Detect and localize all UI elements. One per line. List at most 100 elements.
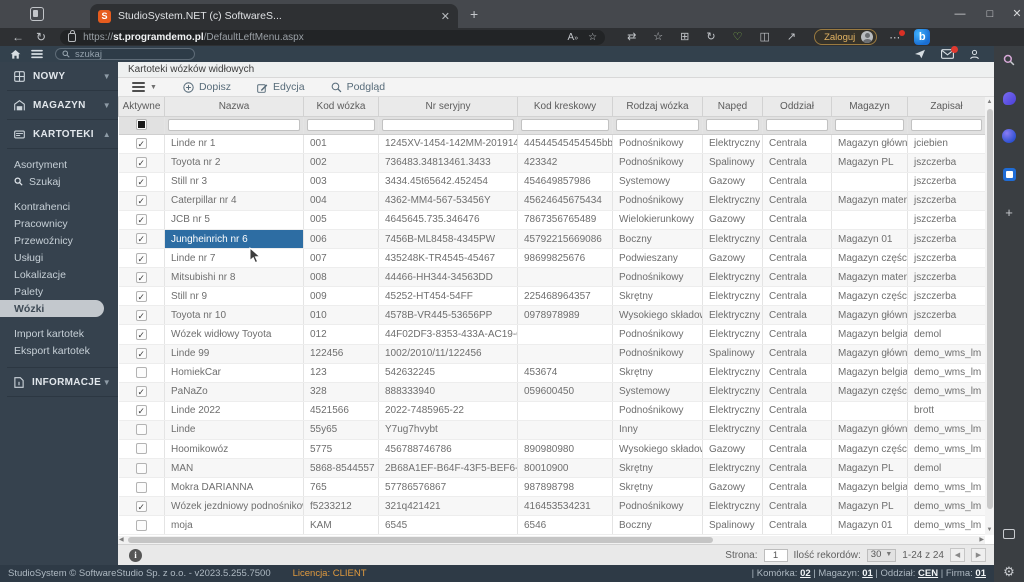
cell-saved_by[interactable]: jszczerba <box>907 248 986 269</box>
cell-barcode[interactable]: 45624645675434 <box>517 191 613 211</box>
collections-icon[interactable]: ⊞ <box>680 28 689 46</box>
cell-type[interactable]: Skrętny <box>612 458 703 479</box>
cell-branch[interactable]: Centrala <box>762 134 832 154</box>
cell-name[interactable]: Mokra DARIANNA <box>164 477 304 498</box>
row-checkbox[interactable]: ✓ <box>135 348 147 359</box>
history-icon[interactable]: ↻ <box>706 28 715 46</box>
sidebar-section-nowy[interactable]: NOWY ▼ <box>7 62 118 91</box>
row-checkbox[interactable]: ✓ <box>135 328 147 340</box>
cell-name[interactable]: Still nr 9 <box>164 286 304 307</box>
table-row[interactable]: HomiekCar 123 542632245 453674 Skrętny Elektr… <box>118 363 986 383</box>
cell-name[interactable]: Toyota nr 2 <box>164 153 304 173</box>
cell-branch[interactable]: Centrala <box>762 172 832 192</box>
cell-code[interactable]: 003 <box>303 172 379 192</box>
row-checkbox[interactable]: ✓ <box>135 309 147 321</box>
table-row[interactable]: Linde 55y65 Y7ug7hvybt Inny Elektryczny Centr… <box>118 420 986 441</box>
info-icon[interactable]: i <box>129 548 142 562</box>
table-row[interactable]: ✓ Jungheinrich nr 6 006 7456B-ML8458-4345PW… <box>118 229 986 250</box>
url-bar[interactable]: https://st.programdemo.pl/DefaultLeftMen… <box>60 29 606 45</box>
cell-branch[interactable]: Centrala <box>762 382 832 402</box>
share-icon[interactable]: ↗ <box>787 28 796 46</box>
cell-code[interactable]: 010 <box>303 305 379 326</box>
favorites-icon[interactable]: ☆ <box>653 28 663 46</box>
table-row[interactable]: ✓ Still nr 3 003 3434.45t65642.452454 454649… <box>118 172 986 192</box>
row-checkbox[interactable] <box>135 519 147 531</box>
column-header-kod-kreskowy[interactable]: Kod kreskowy <box>517 97 613 117</box>
cell-saved_by[interactable]: demo_wms_lm <box>907 496 986 517</box>
cell-drive[interactable]: Elektryczny <box>702 420 763 441</box>
minimize-icon[interactable]: — <box>943 0 977 28</box>
cell-name[interactable]: MAN <box>164 458 304 479</box>
cell-code[interactable]: 5868-8544557 <box>303 458 379 479</box>
cell-type[interactable]: Systemowy <box>612 172 703 192</box>
row-checkbox[interactable]: ✓ <box>135 157 147 169</box>
cell-saved_by[interactable]: jszczerba <box>907 305 986 326</box>
sidebar-item-import-kartotek[interactable]: Import kartotek <box>7 325 118 342</box>
cell-name[interactable]: Linde 2022 <box>164 401 304 421</box>
vertical-scrollbar[interactable]: ▲ ▼ <box>985 97 994 535</box>
cell-type[interactable]: Podnośnikowy <box>612 191 703 211</box>
cell-drive[interactable]: Elektryczny <box>702 134 763 154</box>
cell-drive[interactable]: Elektryczny <box>702 267 763 288</box>
filter-input-oddzial[interactable] <box>766 119 828 131</box>
cell-branch[interactable]: Centrala <box>762 153 832 173</box>
cell-barcode[interactable]: 44544545454545bb <box>517 134 613 154</box>
cell-barcode[interactable]: 6546 <box>517 515 613 536</box>
sidebar-item-szukaj[interactable]: Szukaj <box>7 173 118 190</box>
tab-workspaces-icon[interactable] <box>30 7 44 21</box>
filter-input-zapisal[interactable] <box>911 119 982 131</box>
add-button[interactable]: Dopisz <box>183 81 231 93</box>
menu-list-icon[interactable] <box>31 49 43 59</box>
cell-name[interactable]: Linde nr 7 <box>164 248 304 269</box>
table-row[interactable]: ✓ JCB nr 5 005 4645645.735.346476 7867356765… <box>118 210 986 230</box>
vertical-scroll-thumb[interactable] <box>986 109 993 509</box>
cell-serial[interactable]: 44466-HH344-34563DD <box>378 267 518 288</box>
office-icon[interactable] <box>1001 166 1017 182</box>
cell-barcode[interactable]: 45792215669086 <box>517 229 613 250</box>
cell-code[interactable]: 012 <box>303 324 379 345</box>
row-checkbox[interactable] <box>135 462 147 474</box>
cell-serial[interactable]: 456788746786 <box>378 439 518 460</box>
cell-name[interactable]: Wózek jezdniowy podnośnikowy (UT... <box>164 496 304 517</box>
cell-serial[interactable]: 2022-7485965-22 <box>378 401 518 421</box>
cell-serial[interactable]: 3434.45t65642.452454 <box>378 172 518 192</box>
filter-input-nr-seryjny[interactable] <box>382 119 514 131</box>
filter-input-kod-kreskowy[interactable] <box>521 119 609 131</box>
row-checkbox[interactable]: ✓ <box>135 214 147 226</box>
cell-drive[interactable]: Gazowy <box>702 172 763 192</box>
cell-name[interactable]: moja <box>164 515 304 536</box>
cell-warehouse[interactable]: Magazyn PL <box>831 458 908 479</box>
cell-type[interactable]: Inny <box>612 420 703 441</box>
cell-drive[interactable]: Spalinowy <box>702 515 763 536</box>
cell-branch[interactable]: Centrala <box>762 363 832 383</box>
cell-name[interactable]: Linde nr 1 <box>164 134 304 154</box>
browser-more-icon[interactable]: ⋯ <box>889 29 906 44</box>
row-checkbox[interactable]: ✓ <box>135 137 147 149</box>
cell-saved_by[interactable]: jszczerba <box>907 229 986 250</box>
row-checkbox[interactable]: ✓ <box>135 271 147 283</box>
cell-warehouse[interactable]: Magazyn części <box>831 248 908 269</box>
cell-serial[interactable]: 888333940 <box>378 382 518 402</box>
cell-saved_by[interactable]: jszczerba <box>907 172 986 192</box>
bing-icon[interactable]: b <box>914 29 931 45</box>
horizontal-scroll-thumb[interactable] <box>128 537 713 543</box>
cell-warehouse[interactable]: Magazyn PL <box>831 153 908 173</box>
column-header-nazwa[interactable]: Nazwa <box>164 97 304 117</box>
cell-branch[interactable]: Centrala <box>762 344 832 364</box>
cell-branch[interactable]: Centrala <box>762 267 832 288</box>
sidebar-item-eksport-kartotek[interactable]: Eksport kartotek <box>7 342 118 359</box>
sidebar-section-informacje[interactable]: INFORMACJE ▼ <box>7 368 118 397</box>
sidebar-search-icon[interactable] <box>1001 52 1017 68</box>
column-header-rodzaj-wo-zka[interactable]: Rodzaj wózka <box>612 97 703 117</box>
cell-branch[interactable]: Centrala <box>762 210 832 230</box>
cell-name[interactable]: Linde <box>164 420 304 441</box>
cell-warehouse[interactable] <box>831 401 908 421</box>
cell-type[interactable]: Skrętny <box>612 477 703 498</box>
sidebar-item-lokalizacje[interactable]: Lokalizacje <box>7 266 118 283</box>
cell-branch[interactable]: Centrala <box>762 248 832 269</box>
cell-serial[interactable]: 4362-MM4-567-53456Y <box>378 191 518 211</box>
cell-code[interactable]: 765 <box>303 477 379 498</box>
next-page-button[interactable]: ▶ <box>971 548 986 562</box>
cell-saved_by[interactable]: jszczerba <box>907 210 986 230</box>
cell-saved_by[interactable]: demo_wms_lm <box>907 344 986 364</box>
